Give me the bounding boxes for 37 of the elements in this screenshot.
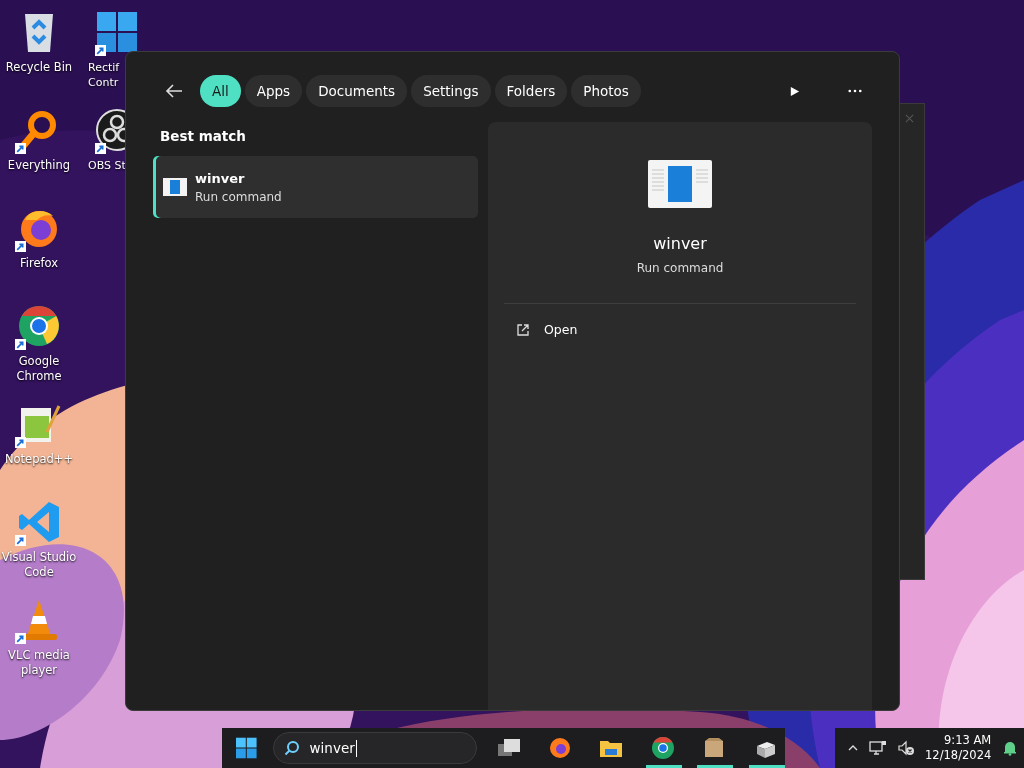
app-window-icon <box>163 178 187 196</box>
desktop-icon-label[interactable]: Recycle Bin <box>5 60 73 75</box>
muted-speaker-icon[interactable] <box>897 740 915 756</box>
external-link-icon <box>516 322 530 337</box>
clock-time[interactable]: 9:13 AM <box>944 733 992 748</box>
windows-logo-icon[interactable] <box>236 737 257 759</box>
filter-tab[interactable]: Apps <box>244 75 303 107</box>
vscode-icon[interactable] <box>17 500 61 544</box>
result-name: winver <box>195 170 246 186</box>
firefox-icon[interactable] <box>548 736 573 760</box>
filter-tab[interactable]: Settings <box>411 75 491 107</box>
text-cursor <box>355 739 357 757</box>
desktop-icon-label[interactable]: OBS St <box>88 158 126 173</box>
filter-tab[interactable]: Photos <box>571 75 641 107</box>
monitor-icon[interactable] <box>869 740 887 756</box>
play-icon[interactable] <box>789 85 800 97</box>
desktop-icon-label[interactable]: Google Chrome <box>16 354 62 384</box>
chrome-icon[interactable] <box>650 736 675 760</box>
desktop-icon-label[interactable]: Firefox <box>19 256 59 271</box>
result-type: Run command <box>195 189 282 204</box>
search-icon <box>283 740 300 756</box>
filter-tab[interactable]: All <box>200 75 241 107</box>
filter-tab[interactable]: Documents <box>306 75 408 107</box>
desktop-icon-label[interactable]: Rectif Contr <box>88 60 120 90</box>
open-action[interactable]: Open <box>512 318 582 341</box>
detail-type: Run command <box>636 261 724 275</box>
clock-date[interactable]: 12/18/2024 <box>925 748 992 763</box>
section-title: Best match <box>159 127 247 146</box>
result-item[interactable]: winver Run command <box>153 156 478 218</box>
windows-logo-icon[interactable] <box>95 10 139 54</box>
more-options-icon[interactable] <box>848 89 862 93</box>
search-field[interactable]: winver <box>272 732 478 764</box>
detail-name: winver <box>653 234 707 253</box>
desktop-icon-label[interactable]: Everything <box>7 158 71 173</box>
filter-tab[interactable]: Folders <box>494 75 568 107</box>
chrome-icon[interactable] <box>17 304 61 348</box>
app-window-icon <box>648 160 712 208</box>
